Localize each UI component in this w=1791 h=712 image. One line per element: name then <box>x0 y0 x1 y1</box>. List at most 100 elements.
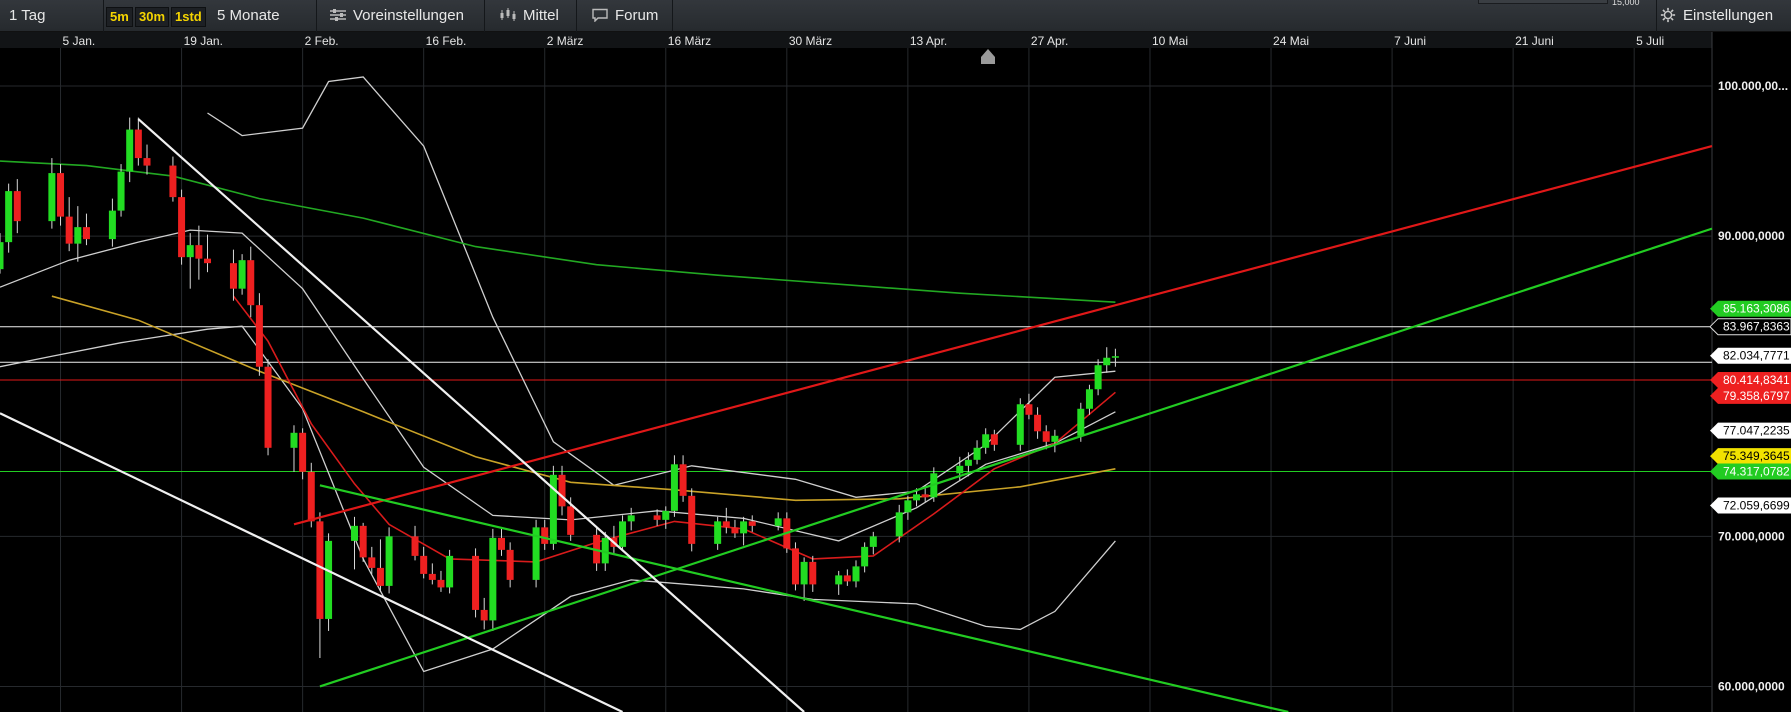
price-tag-text: 80.414,8341 <box>1723 373 1790 387</box>
candle-body <box>178 197 186 258</box>
y-tick-label: 90.000,0000 <box>1718 229 1785 243</box>
candle-body <box>990 434 998 445</box>
candle-body <box>108 210 116 240</box>
candle-body <box>1094 365 1102 390</box>
candle-body <box>1103 357 1111 366</box>
candle-body <box>117 171 125 211</box>
candle-body <box>774 518 782 526</box>
candle-body <box>74 227 82 244</box>
date-axis-strip <box>0 32 1712 48</box>
candle-body <box>420 555 428 574</box>
forum-label: Forum <box>615 7 659 24</box>
settings-button[interactable]: Einstellungen <box>1656 0 1791 32</box>
x-tick-label: 2 März <box>547 34 584 48</box>
candle-body <box>1085 389 1093 409</box>
candle-body <box>134 129 142 159</box>
x-tick-label: 19 Jan. <box>184 34 223 48</box>
candle-body <box>290 432 298 448</box>
candle-body <box>1051 435 1059 442</box>
x-tick-label: 7 Juni <box>1394 34 1426 48</box>
candle-body <box>5 191 13 243</box>
interval-selector[interactable]: 1 Tag <box>0 0 104 32</box>
price-tag-text: 79.358,6797 <box>1723 389 1790 403</box>
timeframe-1std-button[interactable]: 1std <box>171 7 206 27</box>
candle-body <box>714 521 722 544</box>
price-tag: 82.034,7771 <box>1710 347 1791 364</box>
candle-body <box>809 561 817 585</box>
candle-body <box>541 527 549 544</box>
candle-body <box>126 129 134 172</box>
candle-body <box>299 432 307 472</box>
candle-body <box>653 515 661 520</box>
candle-body <box>1034 414 1042 432</box>
x-tick-label: 5 Juli <box>1636 34 1664 48</box>
candle-body <box>238 260 246 289</box>
settings-label: Einstellungen <box>1683 7 1774 24</box>
top-panel-tab <box>1478 0 1608 4</box>
x-tick-label: 30 März <box>789 34 832 48</box>
price-tag: 83.967,8363 <box>1709 318 1791 336</box>
candle-body <box>921 494 929 498</box>
candle-body <box>437 579 445 588</box>
candle-body <box>567 506 575 535</box>
presets-button[interactable]: Voreinstellungen <box>317 0 485 32</box>
candle-body <box>835 575 843 585</box>
x-tick-label: 2 Feb. <box>305 34 339 48</box>
candle-body <box>489 537 497 621</box>
timeframe-30m-button[interactable]: 30m <box>135 7 170 27</box>
candle-body <box>895 512 903 537</box>
candle-body <box>0 242 4 270</box>
candle-body <box>558 474 566 507</box>
candle-body <box>869 536 877 547</box>
x-tick-label: 27 Apr. <box>1031 34 1068 48</box>
x-tick-label: 16 Feb. <box>426 34 467 48</box>
candle-body <box>428 573 436 580</box>
candle-body <box>65 216 73 244</box>
candle-body <box>1042 431 1050 442</box>
candle-body <box>143 158 151 166</box>
candle-body <box>791 548 799 585</box>
candle-body <box>480 609 488 621</box>
candle-body <box>325 540 333 619</box>
candle-body <box>619 521 627 547</box>
candle-body <box>722 521 730 528</box>
price-chart[interactable]: 5 Jan. 19 Jan. 2 Feb. 16 Feb. 2 März 16 März 3… <box>0 32 1791 712</box>
candle-body <box>169 165 177 198</box>
timeframe-5m-button[interactable]: 5m <box>106 7 133 27</box>
forum-button[interactable]: Forum <box>577 0 673 32</box>
indicator-button[interactable]: Mittel <box>485 0 577 32</box>
candle-body <box>307 471 315 522</box>
y-tick-label: 100.000,00... <box>1718 79 1788 93</box>
candle-body <box>359 525 367 558</box>
candle-body <box>1016 404 1024 445</box>
range-label: 5 Monate <box>217 7 280 24</box>
candle-body <box>82 227 90 240</box>
candle-body <box>506 549 514 580</box>
y-tick-label: 60.000,0000 <box>1718 679 1785 693</box>
candle-body <box>973 447 981 460</box>
price-tag: 79.358,6797 <box>1710 387 1791 404</box>
candle-body <box>446 555 454 588</box>
interval-label: 1 Tag <box>9 7 46 24</box>
candle-body <box>964 459 972 466</box>
candle-body <box>1111 356 1119 358</box>
candle-body <box>229 263 237 289</box>
candle-body <box>186 245 194 258</box>
price-tag: 75.349,3645 <box>1710 448 1791 465</box>
candle-body <box>1025 404 1033 415</box>
top-panel-value: 15,000 <box>1612 0 1640 6</box>
candle-body <box>688 495 696 544</box>
y-tick-label: 70.000,0000 <box>1718 529 1785 543</box>
candle-body <box>662 510 670 520</box>
range-selector[interactable]: 5 Monate <box>207 0 317 32</box>
candle-body <box>255 305 263 367</box>
candle-body <box>956 465 964 474</box>
chart-toolbar: 1 Tag 5m 30m 1std 5 Monate Voreinstellun… <box>0 0 1791 32</box>
price-tag: 85.163,3086 <box>1710 300 1791 317</box>
candle-body <box>748 521 756 526</box>
candle-body <box>731 527 739 534</box>
candle-body <box>497 537 505 550</box>
candle-body <box>670 464 678 511</box>
x-tick-label: 21 Juni <box>1515 34 1554 48</box>
price-tag-text: 75.349,3645 <box>1723 449 1790 463</box>
